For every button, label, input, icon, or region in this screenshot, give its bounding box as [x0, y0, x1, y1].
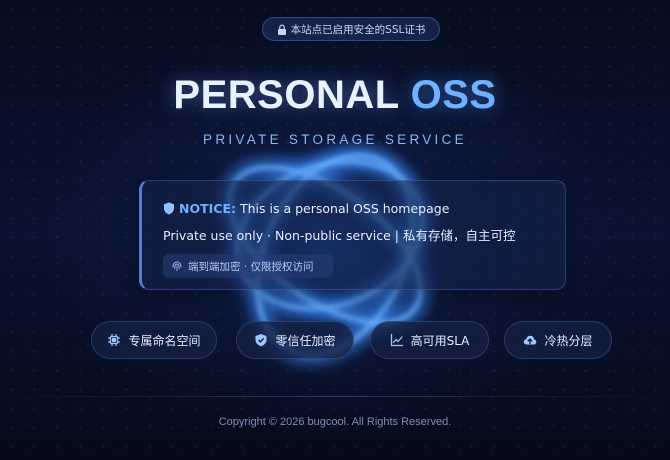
- feature-label: 零信任加密: [275, 333, 336, 348]
- notice-tag: 端到端加密 · 仅限授权访问: [163, 254, 333, 278]
- notice-tag-text: 端到端加密 · 仅限授权访问: [188, 260, 314, 273]
- shield-check-icon: [255, 334, 267, 347]
- footer-divider: [0, 396, 670, 397]
- lock-icon: [277, 24, 286, 35]
- shield-icon: [164, 202, 174, 215]
- page-title: PERSONAL OSS: [0, 73, 670, 118]
- chip-icon: [108, 334, 121, 346]
- feature-label: 高可用SLA: [410, 333, 470, 348]
- notice-line1: NOTICE: This is a personal OSS homepage: [163, 201, 449, 216]
- ssl-badge-text: 本站点已启用安全的SSL证书: [290, 23, 426, 36]
- chart-line-icon: [390, 333, 403, 347]
- notice-label: NOTICE:: [179, 201, 236, 216]
- feature-label: 专属命名空间: [128, 333, 201, 348]
- feature-label: 冷热分层: [544, 333, 593, 348]
- notice-line2: Private use only · Non-public service | …: [163, 228, 516, 243]
- title-part1: PERSONAL: [173, 73, 399, 117]
- feature-namespace[interactable]: 专属命名空间: [91, 321, 217, 359]
- feature-sla[interactable]: 高可用SLA: [370, 321, 489, 359]
- fingerprint-icon: [172, 261, 182, 271]
- title-part2: OSS: [410, 73, 497, 117]
- notice-text: This is a personal OSS homepage: [239, 201, 450, 216]
- ssl-badge: 本站点已启用安全的SSL证书: [262, 17, 440, 41]
- cloud-upload-icon: [524, 335, 537, 345]
- footer-copyright: Copyright © 2026 bugcool. All Rights Res…: [218, 416, 452, 428]
- feature-list: 专属命名空间 零信任加密 高可用SLA 冷热分层: [0, 321, 670, 359]
- notice-card: NOTICE: This is a personal OSS homepage …: [139, 180, 566, 290]
- feature-zero-trust[interactable]: 零信任加密: [236, 321, 354, 359]
- page-subtitle: PRIVATE STORAGE SERVICE: [203, 132, 467, 147]
- feature-tiering[interactable]: 冷热分层: [504, 321, 612, 359]
